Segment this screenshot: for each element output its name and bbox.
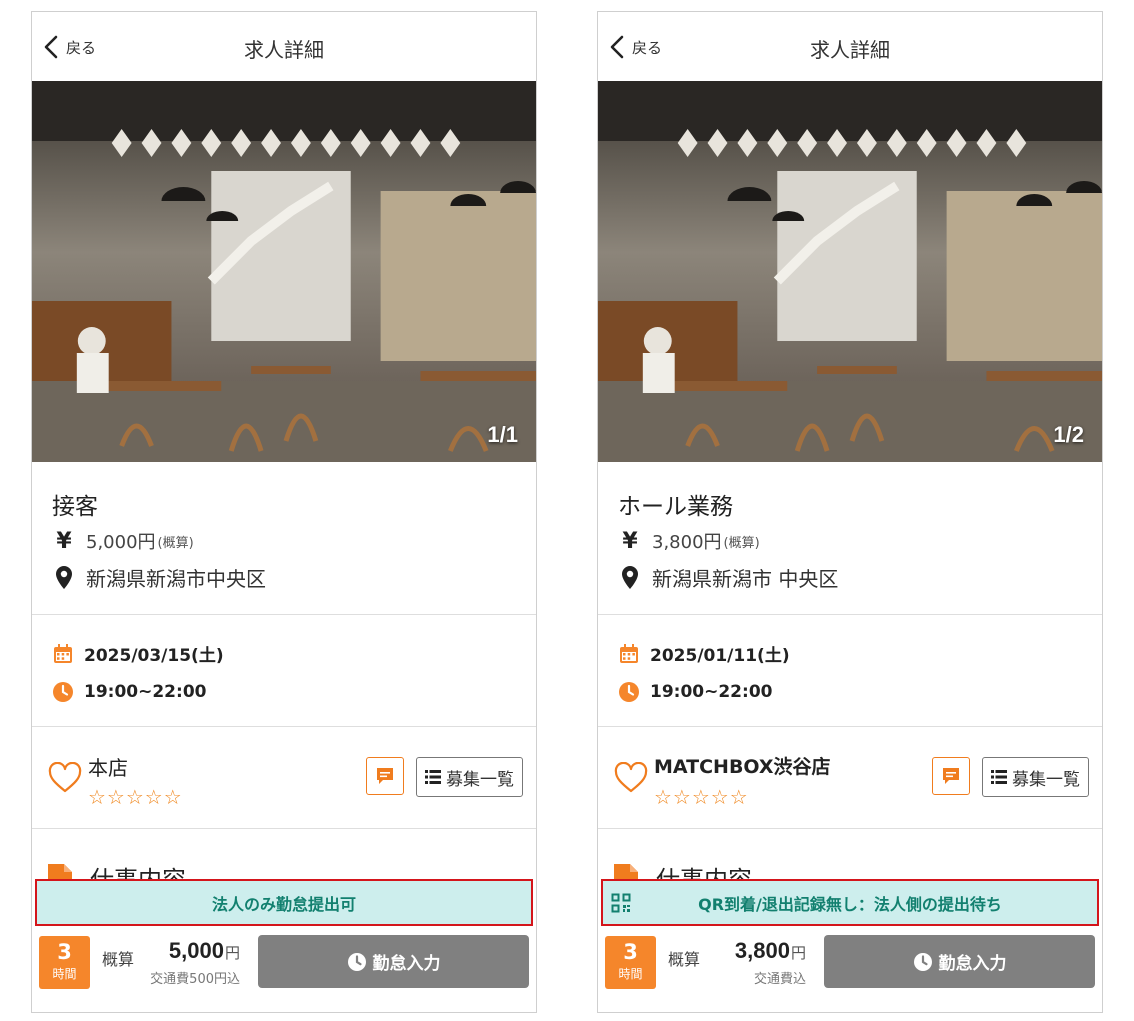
- location-row: 新潟県新潟市中央区: [52, 563, 266, 592]
- location-row: 新潟県新潟市 中央区: [618, 563, 838, 592]
- list-icon: [425, 770, 441, 784]
- footer-bar: 3 時間 概算 5,000円 交通費500円込 勤怠入力: [32, 926, 536, 1012]
- photo-counter: 1/1: [487, 422, 518, 447]
- header-bar: 戻る 求人詳細: [32, 12, 536, 81]
- chat-icon: [377, 768, 393, 784]
- header-bar: 戻る 求人詳細: [598, 12, 1102, 81]
- job-list-label: 募集一覧: [1012, 769, 1080, 790]
- job-list-button[interactable]: 募集一覧: [416, 757, 523, 797]
- attendance-label: 勤怠入力: [372, 954, 441, 974]
- location-text: 新潟県新潟市 中央区: [652, 567, 839, 591]
- divider: [598, 726, 1102, 727]
- cafe-interior-image: [598, 81, 1102, 462]
- job-photo[interactable]: 1/2: [598, 81, 1102, 462]
- amount-unit: 円: [790, 944, 806, 962]
- footer-bar: 3 時間 概算 3,800円 交通費込 勤怠入力: [598, 926, 1102, 1012]
- divider: [598, 614, 1102, 615]
- wage-row: ¥ 5,000円 (概算): [52, 528, 194, 554]
- clock-icon: [619, 682, 639, 702]
- divider: [598, 828, 1102, 829]
- wage-row: ¥ 3,800円 (概算): [618, 528, 760, 554]
- notice-text: 法人のみ勤怠提出可: [211, 894, 356, 914]
- hours-value: 3: [623, 940, 638, 964]
- calendar-icon: [620, 643, 638, 663]
- notice-text: QR到着/退出記録無し：法人側の提出待ち: [698, 894, 1002, 914]
- time-row: 19:00~22:00: [618, 681, 772, 703]
- chat-icon: [943, 768, 959, 784]
- hours-unit: 時間: [618, 967, 643, 981]
- hours-unit: 時間: [52, 967, 77, 981]
- hours-value: 3: [57, 940, 72, 964]
- amount-value: 3,800: [734, 938, 790, 963]
- job-list-button[interactable]: 募集一覧: [982, 757, 1089, 797]
- work-time: 19:00~22:00: [84, 682, 207, 702]
- attendance-button[interactable]: 勤怠入力: [824, 935, 1095, 988]
- divider: [32, 614, 536, 615]
- calendar-icon: [54, 643, 72, 663]
- amount-value: 5,000: [168, 938, 224, 963]
- hours-badge: 3 時間: [605, 936, 656, 989]
- qr-code-icon: [611, 893, 631, 913]
- store-name[interactable]: 本店: [88, 752, 128, 781]
- time-row: 19:00~22:00: [52, 681, 206, 703]
- divider: [32, 828, 536, 829]
- location-text: 新潟県新潟市中央区: [86, 567, 266, 591]
- rating-stars: ☆☆☆☆☆: [88, 785, 183, 809]
- work-date: 2025/01/11(土): [650, 646, 790, 666]
- attendance-label: 勤怠入力: [938, 954, 1007, 974]
- job-list-label: 募集一覧: [446, 769, 514, 790]
- job-photo[interactable]: 1/1: [32, 81, 536, 462]
- wage-amount: 3,800円: [652, 532, 722, 553]
- job-title: ホール業務: [618, 494, 733, 520]
- clock-icon: [913, 952, 932, 971]
- wage-amount: 5,000円: [86, 532, 156, 553]
- transport-note: 交通費込: [753, 972, 806, 987]
- hours-badge: 3 時間: [39, 936, 90, 989]
- yen-icon: ¥: [56, 528, 72, 554]
- status-notice: 法人のみ勤怠提出可: [35, 879, 533, 926]
- date-row: 2025/03/15(土): [52, 641, 224, 666]
- attendance-button[interactable]: 勤怠入力: [258, 935, 529, 988]
- clock-icon: [53, 682, 73, 702]
- message-button[interactable]: [366, 757, 404, 795]
- page-title: 求人詳細: [244, 38, 324, 62]
- phone-screen-2: 戻る 求人詳細 1/2 ホール業務 ¥ 3,800円 (概算) 新潟県新潟市 中…: [597, 11, 1103, 1013]
- status-notice: QR到着/退出記録無し：法人側の提出待ち: [601, 879, 1099, 926]
- estimate-amount: 3,800円: [735, 938, 806, 964]
- date-row: 2025/01/11(土): [618, 641, 790, 666]
- rating-stars: ☆☆☆☆☆: [654, 785, 749, 809]
- phone-screen-1: 戻る 求人詳細 1/1 接客 ¥ 5,000円 (概算) 新潟県新潟市中央区 2…: [31, 11, 537, 1013]
- map-pin-icon: [618, 565, 642, 591]
- map-pin-icon: [52, 565, 76, 591]
- list-icon: [991, 770, 1007, 784]
- divider: [32, 726, 536, 727]
- page-title: 求人詳細: [810, 38, 890, 62]
- message-button[interactable]: [932, 757, 970, 795]
- yen-icon: ¥: [622, 528, 638, 554]
- wage-note: (概算): [157, 535, 194, 551]
- transport-note: 交通費500円込: [150, 972, 240, 987]
- job-title: 接客: [52, 494, 98, 520]
- clock-icon: [347, 952, 366, 971]
- estimate-amount: 5,000円: [169, 938, 240, 964]
- cafe-interior-image: [32, 81, 536, 462]
- estimate-label: 概算: [668, 950, 701, 969]
- photo-counter: 1/2: [1053, 422, 1084, 447]
- wage-note: (概算): [723, 535, 760, 551]
- work-date: 2025/03/15(土): [84, 646, 224, 666]
- heart-icon[interactable]: [48, 762, 82, 794]
- amount-unit: 円: [224, 944, 240, 962]
- work-time: 19:00~22:00: [650, 682, 773, 702]
- heart-icon[interactable]: [614, 762, 648, 794]
- estimate-label: 概算: [102, 950, 135, 969]
- store-name[interactable]: MATCHBOX渋谷店: [654, 752, 831, 779]
